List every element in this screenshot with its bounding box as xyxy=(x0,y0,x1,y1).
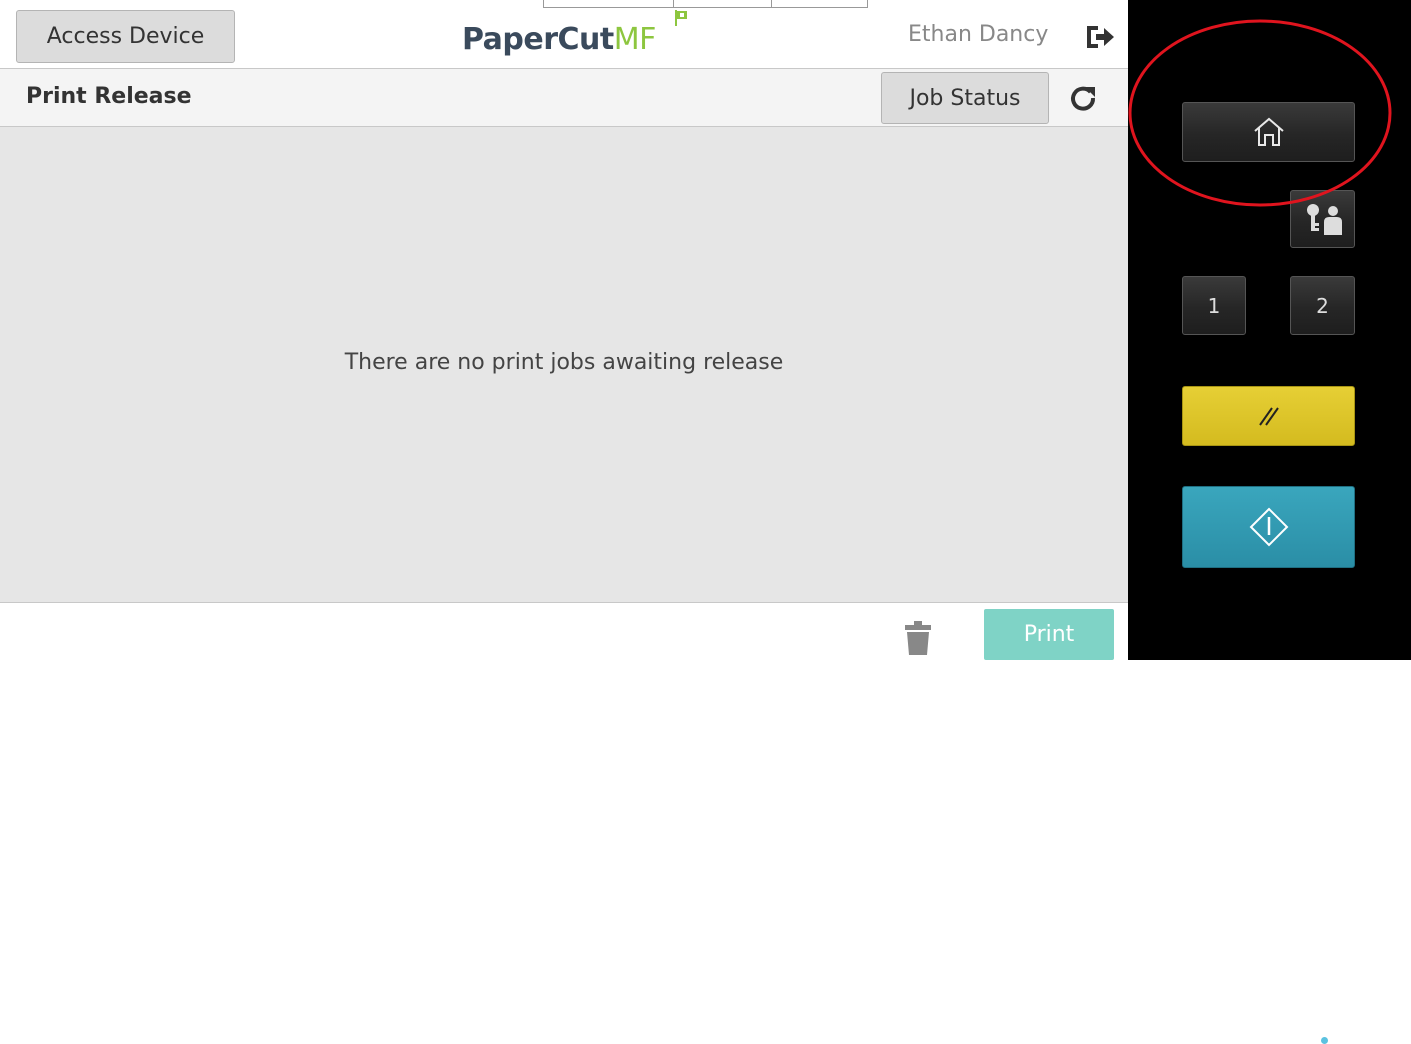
touch-screen: Access Device PaperCutMF Ethan Dancy Pri… xyxy=(0,0,1128,660)
reset-key[interactable] xyxy=(1182,386,1355,446)
start-icon xyxy=(1249,507,1288,547)
user-key-icon xyxy=(1306,204,1342,235)
key-1[interactable]: 1 xyxy=(1182,276,1246,335)
start-led xyxy=(1321,1037,1328,1044)
reset-icon xyxy=(1258,407,1279,426)
username: Ethan Dancy xyxy=(908,22,1049,47)
user-key[interactable] xyxy=(1290,190,1355,248)
page-title: Print Release xyxy=(26,84,192,109)
hardware-key-panel: 1 2 xyxy=(1128,0,1411,1044)
empty-state-message: There are no print jobs awaiting release xyxy=(344,350,784,375)
top-bar: Access Device PaperCutMF Ethan Dancy xyxy=(0,0,1128,69)
start-key[interactable] xyxy=(1182,486,1355,1044)
refresh-icon[interactable] xyxy=(1068,83,1098,113)
trash-icon[interactable] xyxy=(904,620,932,656)
logo-text-mf: MF xyxy=(613,22,657,57)
papercut-logo: PaperCutMF xyxy=(462,22,656,64)
top-tab-strip xyxy=(543,0,868,8)
job-status-button[interactable]: Job Status xyxy=(881,72,1049,124)
home-key[interactable] xyxy=(1182,102,1355,162)
sub-header: Print Release Job Status xyxy=(0,69,1128,127)
job-list-area: There are no print jobs awaiting release xyxy=(0,127,1128,603)
logo-flag-icon xyxy=(675,10,687,26)
footer-bar: Print xyxy=(0,603,1128,660)
logo-text-papercut: PaperCut xyxy=(462,22,614,57)
logout-icon[interactable] xyxy=(1085,24,1115,50)
print-button[interactable]: Print xyxy=(984,609,1114,660)
home-icon xyxy=(1253,117,1284,146)
key-2[interactable]: 2 xyxy=(1290,276,1355,335)
access-device-button[interactable]: Access Device xyxy=(16,10,235,63)
